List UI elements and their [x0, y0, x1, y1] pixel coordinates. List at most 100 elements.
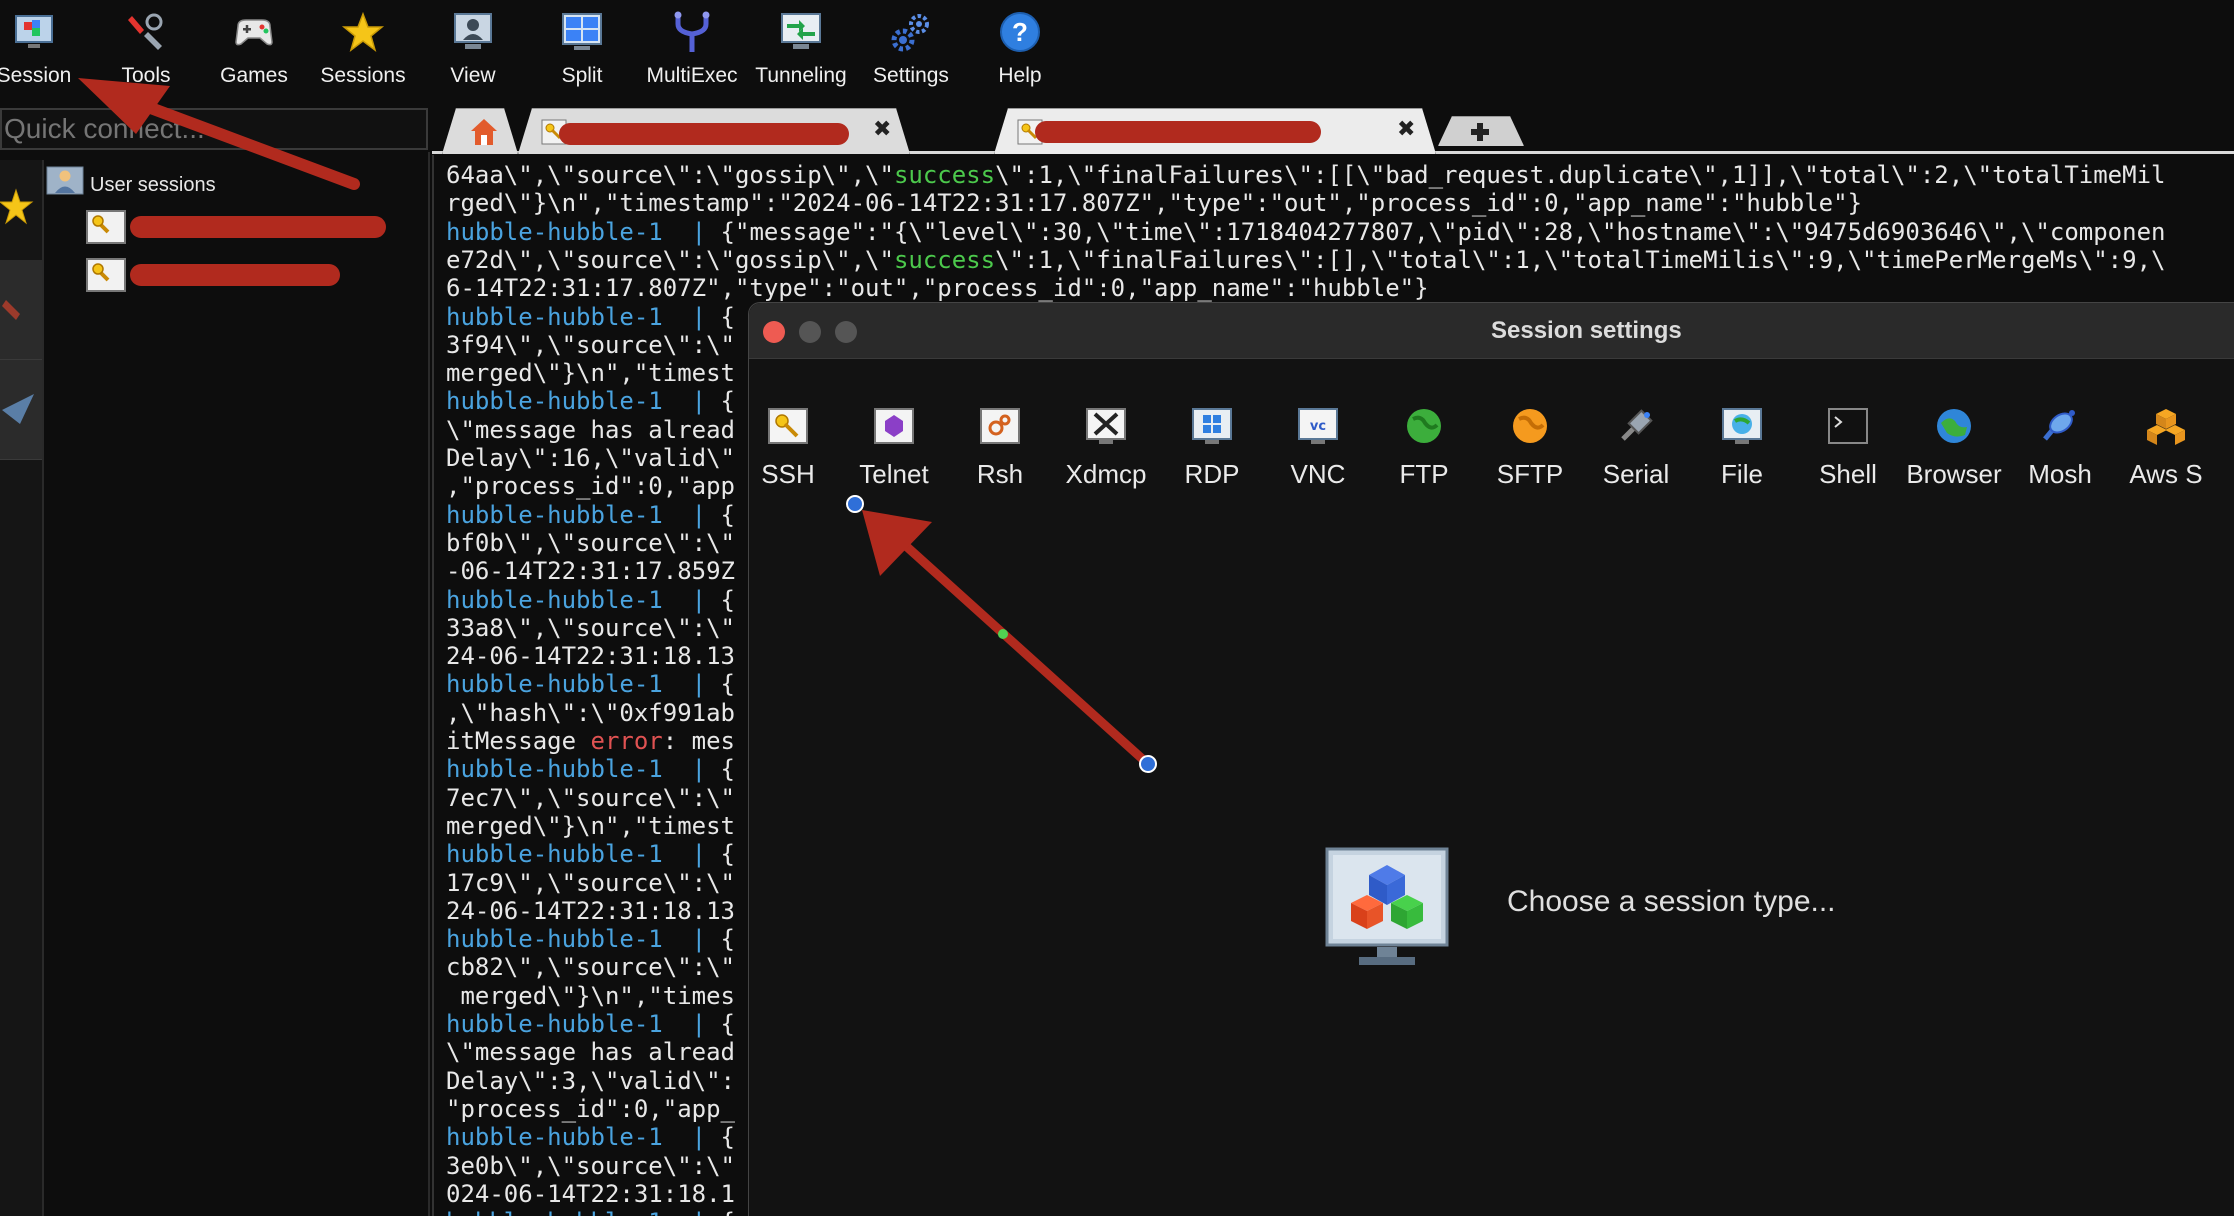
- xdmcp-icon: [1086, 408, 1126, 444]
- session-type-ftp-button[interactable]: FTP: [1371, 403, 1477, 513]
- terminal-text: rged\"}\n","timestamp":"2024-06-14T22:31…: [446, 189, 1863, 218]
- terminal-text: bf0b\",\"source\":\": [446, 528, 735, 557]
- plus-icon: [1469, 121, 1491, 143]
- serial-icon: [1621, 409, 1653, 441]
- terminal-text: : mes: [662, 727, 735, 755]
- telnet-icon: [874, 408, 914, 444]
- terminal-line: hubble-hubble-1 | {: [446, 501, 735, 529]
- choose-session-type-text: Choose a session type...: [1507, 885, 1836, 918]
- session-type-shell-button[interactable]: Shell: [1795, 403, 1901, 513]
- session-type-label: Telnet: [859, 459, 929, 489]
- session-type-xdmcp-button[interactable]: Xdmcp: [1053, 403, 1159, 513]
- terminal-line: hubble-hubble-1 | {: [446, 1123, 735, 1151]
- toolbar-tunneling-button[interactable]: Tunneling: [747, 0, 855, 100]
- terminal-text: 17c9\",\"source\":\": [446, 868, 735, 897]
- user-folder-icon: [46, 166, 84, 195]
- tab-home[interactable]: [442, 108, 518, 154]
- terminal-line: hubble-hubble-1 | {"message":"{\"level\"…: [446, 218, 2165, 246]
- toolbar-settings-button[interactable]: Settings: [857, 0, 965, 100]
- rsh-icon: [980, 408, 1020, 444]
- terminal-line: 24-06-14T22:31:18.13: [446, 897, 735, 925]
- toolbar-multiexec-button[interactable]: MultiExec: [638, 0, 746, 100]
- terminal-line: bf0b\",\"source\":\": [446, 529, 735, 557]
- terminal-text: hubble-hubble-1 |: [446, 1208, 721, 1216]
- toolbar-label: Sessions: [320, 64, 406, 87]
- terminal-line: -06-14T22:31:17.859Z: [446, 557, 735, 585]
- toolbar-split-button[interactable]: Split: [528, 0, 636, 100]
- session-type-vnc-button[interactable]: vc VNC: [1265, 403, 1371, 513]
- terminal-line: \"message has alread: [446, 416, 735, 444]
- terminal-text: itMessage: [446, 727, 591, 755]
- toolbar-label: View: [450, 64, 496, 87]
- terminal-line: hubble-hubble-1 | {: [446, 1010, 735, 1038]
- rail-tab-send[interactable]: [0, 360, 42, 460]
- tab-session-1[interactable]: ✖: [518, 108, 910, 154]
- session-type-label: SFTP: [1496, 459, 1564, 489]
- toolbar-label: Session: [0, 64, 72, 87]
- toolbar-sessions-button[interactable]: Sessions: [309, 0, 417, 100]
- send-icon: [2, 394, 34, 424]
- terminal-line: cb82\",\"source\":\": [446, 953, 735, 981]
- tab-close-button[interactable]: ✖: [1397, 117, 1415, 142]
- session-type-label: RDP: [1184, 459, 1240, 489]
- multiexec-icon: [674, 11, 710, 52]
- terminal-line: hubble-hubble-1 | {: [446, 387, 735, 415]
- ssh-key-icon: [86, 258, 126, 292]
- terminal-text: hubble-hubble-1 |: [446, 1123, 721, 1152]
- session-type-label: Browser: [1906, 459, 2002, 489]
- tab-session-2-active[interactable]: ✖: [994, 108, 1436, 154]
- new-tab-button[interactable]: [1438, 116, 1524, 146]
- session-type-ssh-button[interactable]: SSH: [735, 403, 841, 513]
- terminal-line: 6-14T22:31:17.807Z","type":"out","proces…: [446, 274, 1429, 302]
- terminal-text: "process_id":0,"app_: [446, 1094, 735, 1123]
- session-type-sftp-button[interactable]: SFTP: [1477, 403, 1583, 513]
- toolbar-help-button[interactable]: ? Help: [966, 0, 1074, 100]
- session-type-telnet-button[interactable]: Telnet: [841, 403, 947, 513]
- terminal-line: itMessage error: mes: [446, 727, 735, 755]
- session-type-file-button[interactable]: File: [1689, 403, 1795, 513]
- terminal-line: 7ec7\",\"source\":\": [446, 784, 735, 812]
- toolbar-games-button[interactable]: Games: [200, 0, 308, 100]
- terminal-text: \"message has alread: [446, 415, 735, 444]
- terminal-line: 24-06-14T22:31:18.13: [446, 642, 735, 670]
- browser-icon: [1937, 409, 1971, 443]
- rail-tab-tools[interactable]: [0, 260, 42, 360]
- terminal-text: Delay\":16,\"valid\": [446, 444, 735, 472]
- dialog-titlebar[interactable]: Session settings: [749, 303, 2234, 359]
- ssh-icon: [768, 408, 808, 444]
- quick-connect-input[interactable]: [0, 108, 428, 150]
- svg-text:vc: vc: [1310, 419, 1326, 434]
- toolbar-session-button[interactable]: Session: [0, 0, 88, 100]
- terminal-line: hubble-hubble-1 | {: [446, 925, 735, 953]
- session-type-label: Mosh: [2028, 459, 2092, 489]
- file-icon: [1722, 408, 1762, 444]
- terminal-text: 6-14T22:31:17.807Z","type":"out","proces…: [446, 274, 1429, 303]
- session-type-rsh-button[interactable]: Rsh: [947, 403, 1053, 513]
- terminal-text: 33a8\",\"source\":\": [446, 613, 735, 642]
- terminal-text: {: [720, 302, 735, 331]
- sessions-tree: User sessions: [46, 152, 430, 1216]
- session-icon: [15, 15, 53, 48]
- session-settings-dialog: Session settings SSH Telnet Rsh Xdmcp RDP vc V…: [748, 302, 2234, 1216]
- session-type-aws-s-button[interactable]: Aws S: [2113, 403, 2219, 513]
- terminal-text: hubble-hubble-1 |: [446, 585, 721, 614]
- session-item[interactable]: [86, 258, 386, 292]
- toolbar-view-button[interactable]: View: [419, 0, 527, 100]
- terminal-text: {: [720, 840, 735, 869]
- toolbar-label: Help: [998, 64, 1042, 87]
- session-type-serial-button[interactable]: Serial: [1583, 403, 1689, 513]
- terminal-line: merged\"}\n","times: [446, 982, 735, 1010]
- tools-icon: [2, 300, 20, 320]
- terminal-text: merged\"}\n","times: [446, 981, 735, 1010]
- terminal-text: merged\"}\n","timest: [446, 359, 735, 388]
- session-type-mosh-button[interactable]: Mosh: [2007, 403, 2113, 513]
- session-type-browser-button[interactable]: Browser: [1901, 403, 2007, 513]
- toolbar-tools-button[interactable]: Tools: [92, 0, 200, 100]
- session-item[interactable]: [86, 210, 386, 244]
- terminal-text: \":1,\"finalFailures\":[],\"total\":1,\"…: [995, 245, 2166, 274]
- session-type-rdp-button[interactable]: RDP: [1159, 403, 1265, 513]
- ssh-key-icon: [86, 210, 126, 244]
- session-type-label: Xdmcp: [1065, 459, 1147, 489]
- tab-close-button[interactable]: ✖: [873, 117, 891, 142]
- favorites-star-icon[interactable]: [0, 188, 34, 228]
